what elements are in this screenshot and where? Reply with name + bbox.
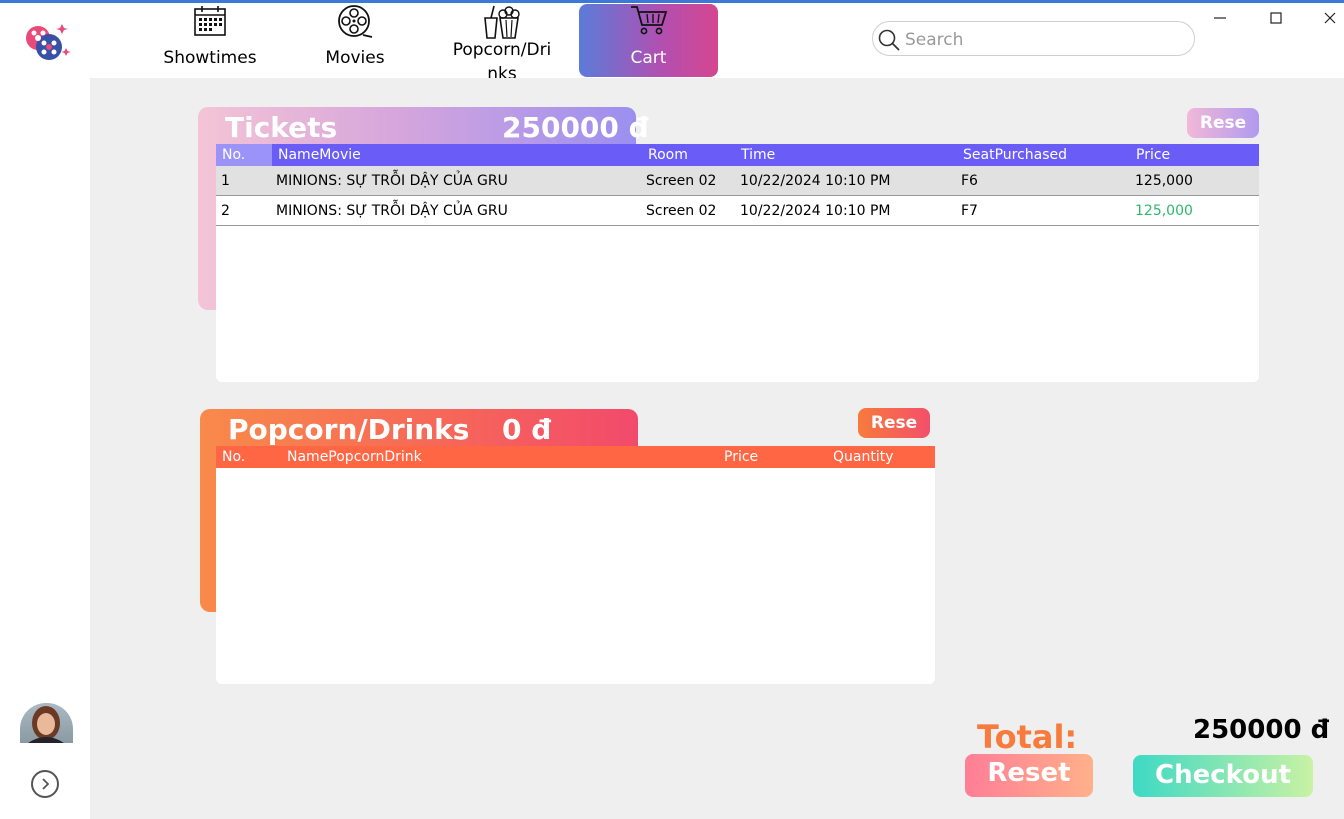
tickets-col-room[interactable]: Room — [648, 147, 688, 163]
tickets-amount: 250000 đ — [502, 111, 649, 144]
search-placeholder: Search — [905, 30, 964, 50]
total-value: 250000 đ — [1193, 715, 1330, 745]
film-reel-icon — [338, 5, 373, 38]
cell-price: 125,000 — [1135, 203, 1193, 219]
checkout-button[interactable]: Checkout — [1133, 755, 1313, 797]
nav-showtimes[interactable]: Showtimes — [150, 4, 270, 76]
popcorn-table[interactable]: No. NamePopcornDrink Price Quantity — [216, 446, 935, 684]
cell-seat: F7 — [961, 203, 978, 219]
cell-movie-name: MINIONS: SỰ TRỖI DẬY CỦA GRU — [276, 203, 508, 219]
close-button[interactable] — [1318, 8, 1342, 28]
nav-cart[interactable]: Cart — [579, 4, 718, 77]
tickets-col-no[interactable]: No. — [222, 147, 245, 163]
cart-icon — [630, 6, 667, 35]
reset-button[interactable]: Reset — [965, 754, 1093, 797]
cell-no: 2 — [221, 203, 230, 219]
nav-cart-label: Cart — [630, 48, 667, 68]
tickets-col-price[interactable]: Price — [1136, 147, 1170, 163]
popcorn-col-price[interactable]: Price — [724, 449, 758, 465]
minimize-button[interactable] — [1208, 8, 1232, 28]
minimize-icon — [1214, 17, 1226, 19]
popcorn-col-name[interactable]: NamePopcornDrink — [287, 449, 422, 465]
popcorn-reset-button[interactable]: Rese — [858, 408, 930, 438]
table-row[interactable]: 1 MINIONS: SỰ TRỖI DẬY CỦA GRU Screen 02… — [216, 166, 1259, 196]
total-label: Total: — [977, 718, 1078, 756]
popcorn-icon — [484, 5, 520, 39]
tickets-col-seat[interactable]: SeatPurchased — [963, 147, 1067, 163]
tickets-title: Tickets — [225, 111, 338, 144]
cell-time: 10/22/2024 10:10 PM — [740, 173, 891, 189]
popcorn-amount: 0 đ — [502, 413, 552, 446]
popcorn-col-no[interactable]: No. — [222, 449, 245, 465]
table-row[interactable]: 2 MINIONS: SỰ TRỖI DẬY CỦA GRU Screen 02… — [216, 196, 1259, 226]
expand-sidebar-button[interactable] — [31, 770, 59, 798]
chevron-right-icon — [42, 778, 50, 790]
tickets-col-time[interactable]: Time — [741, 147, 775, 163]
close-icon — [1324, 12, 1336, 24]
maximize-icon — [1270, 12, 1282, 24]
window-top-border — [0, 0, 1344, 3]
app-logo[interactable] — [22, 18, 74, 66]
nav-popcorn-drinks[interactable]: Popcorn/Dri nks — [442, 4, 562, 84]
tickets-reset-button[interactable]: Rese — [1187, 108, 1259, 138]
tickets-table[interactable]: No. NameMovie Room Time SeatPurchased Pr… — [216, 144, 1259, 382]
cell-seat: F6 — [961, 173, 978, 189]
calendar-icon — [194, 6, 226, 36]
tickets-col-namemovie[interactable]: NameMovie — [278, 147, 361, 163]
cell-time: 10/22/2024 10:10 PM — [740, 203, 891, 219]
cell-room: Screen 02 — [646, 173, 717, 189]
popcorn-col-quantity[interactable]: Quantity — [833, 449, 894, 465]
nav-movies[interactable]: Movies — [305, 4, 405, 76]
maximize-button[interactable] — [1264, 8, 1288, 28]
cell-no: 1 — [221, 173, 230, 189]
nav-showtimes-label: Showtimes — [163, 48, 257, 68]
search-box[interactable]: Search — [872, 21, 1195, 56]
cell-price: 125,000 — [1135, 173, 1193, 189]
popcorn-title: Popcorn/Drinks — [228, 413, 470, 446]
nav-movies-label: Movies — [325, 48, 385, 68]
search-icon — [878, 29, 900, 51]
tickets-table-header: No. NameMovie Room Time SeatPurchased Pr… — [216, 144, 1259, 166]
popcorn-table-header: No. NamePopcornDrink Price Quantity — [216, 446, 935, 468]
cell-room: Screen 02 — [646, 203, 717, 219]
cell-movie-name: MINIONS: SỰ TRỖI DẬY CỦA GRU — [276, 173, 508, 189]
